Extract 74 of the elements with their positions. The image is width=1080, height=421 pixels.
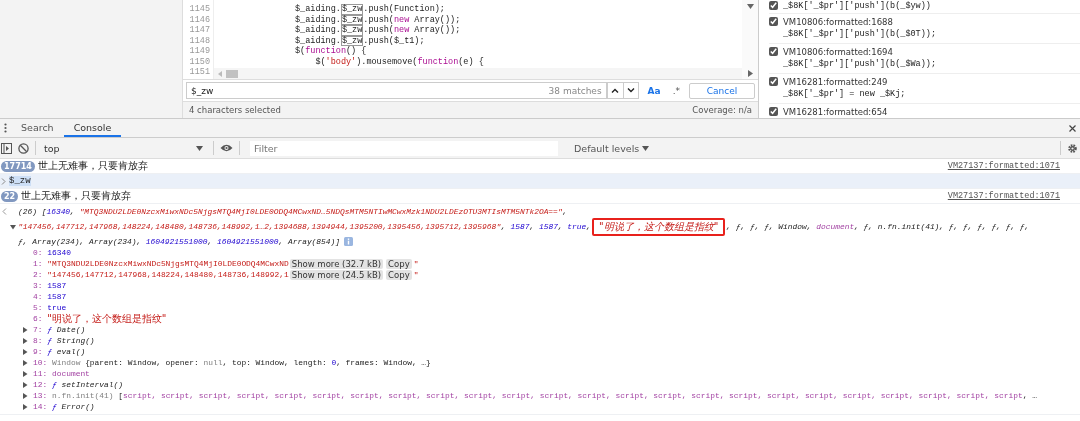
breakpoint-code: _$8K['_$pr']['push'](b(_$0T)); (783, 28, 937, 40)
caret-icon (196, 145, 203, 151)
breakpoint-checkbox[interactable] (769, 17, 778, 26)
search-input[interactable]: $_zw (191, 85, 549, 96)
source-link[interactable]: VM27137:formatted:1071 (947, 191, 1060, 201)
expand-arrow-icon[interactable] (22, 326, 28, 333)
regex-button[interactable]: .* (669, 85, 683, 96)
prompt-chevron-icon (1, 177, 6, 185)
line-number: 1148 (188, 35, 210, 46)
breakpoint-checkbox[interactable] (769, 77, 778, 86)
more-menu-icon[interactable] (4, 123, 7, 133)
repeat-count-badge: 17714 (1, 160, 35, 172)
scroll-thumb[interactable] (226, 69, 238, 78)
repeat-count-badge: 22 (1, 190, 19, 202)
breakpoint-checkbox[interactable] (769, 107, 778, 116)
copy-button[interactable]: Copy (386, 258, 412, 269)
expand-arrow-icon[interactable] (22, 403, 28, 410)
close-icon[interactable] (1069, 124, 1076, 132)
cancel-button[interactable]: Cancel (689, 82, 755, 99)
highlight-box: "明说了，这个数组是指纹" (592, 217, 726, 236)
line-number: 1149 (188, 46, 210, 57)
up-caret-icon (611, 88, 620, 93)
breakpoint-code: _$8K['_$pr']['push'](b(_$Wa)); (783, 58, 937, 70)
sidebar-toggle-icon[interactable] (1, 142, 12, 154)
log-levels-dropdown[interactable]: Default levels (568, 141, 656, 155)
log-message: 世上无难事，只要肯放弃 (21, 189, 133, 203)
expand-arrow-icon[interactable] (22, 370, 28, 377)
coverage-status: Coverage: n/a (692, 105, 752, 115)
code-line: $_aiding.$_zw.push(Function); (294, 4, 445, 15)
line-number: 1146 (188, 14, 210, 25)
line-number: 1151 (188, 67, 210, 78)
context-select[interactable]: top (42, 142, 207, 154)
breakpoint-checkbox[interactable] (769, 47, 778, 56)
show-more-button[interactable]: Show more (24.5 kB) (289, 269, 384, 280)
expand-arrow-icon[interactable] (22, 337, 28, 344)
eye-icon[interactable] (220, 144, 233, 152)
property-value: "明说了，这个数组是指纹" (47, 311, 167, 326)
breakpoint-location[interactable]: VM16281:formatted:654 (783, 106, 1080, 118)
log-message: 世上无难事，只要肯放弃 (37, 159, 149, 173)
copy-button[interactable]: Copy (386, 269, 412, 280)
match-case-button[interactable]: Aa (644, 85, 664, 96)
horizontal-scrollbar[interactable] (214, 68, 742, 79)
line-number: 1145 (188, 4, 210, 15)
scroll-right-icon[interactable] (747, 70, 753, 77)
source-link[interactable]: VM27137:formatted:1071 (947, 161, 1060, 171)
expand-arrow-icon[interactable] (22, 392, 28, 399)
filter-field[interactable]: Filter (250, 140, 558, 156)
breakpoint-checkbox[interactable] (769, 1, 778, 10)
breakpoint-location[interactable]: VM10806:formatted:1694 (783, 46, 1080, 58)
expand-arrow-icon[interactable] (22, 381, 28, 388)
down-caret-icon (626, 88, 635, 93)
expand-arrow-icon[interactable] (22, 359, 28, 366)
show-more-button[interactable]: Show more (32.7 kB) (289, 258, 384, 269)
code-line: $_aiding.$_zw.push(new Array()); (294, 25, 461, 36)
code-line: $(function() { (294, 46, 367, 57)
code-line: $('body').mousemove(function(e) { (314, 56, 484, 67)
settings-icon[interactable] (1067, 142, 1078, 154)
expand-arrow-icon[interactable] (10, 223, 16, 230)
scroll-down-icon[interactable] (746, 4, 754, 9)
panel-tab[interactable]: Search (11, 119, 64, 137)
breakpoint-location[interactable]: VM10806:formatted:1688 (783, 16, 1080, 28)
breakpoint-code: _$8K['_$pr'] = new _$Kj; (783, 88, 906, 100)
code-line: $_aiding.$_zw.push(new Array()); (294, 14, 461, 25)
search-field[interactable]: $_zw 38 matches (186, 82, 607, 99)
breakpoint-code: _$8K['_$pr']['push'](b(_$yw)) (783, 0, 931, 13)
match-count: 38 matches (548, 85, 602, 96)
breakpoint-location[interactable]: VM16281:formatted:249 (783, 76, 1080, 88)
caret-icon (642, 145, 650, 151)
line-number: 1147 (188, 25, 210, 36)
selection-status: 4 characters selected (189, 105, 281, 115)
clear-console-icon[interactable] (18, 142, 29, 154)
code-line: $_aiding.$_zw.push($_t1); (294, 35, 425, 46)
line-number: 1150 (188, 56, 210, 67)
expand-arrow-icon[interactable] (22, 348, 28, 355)
